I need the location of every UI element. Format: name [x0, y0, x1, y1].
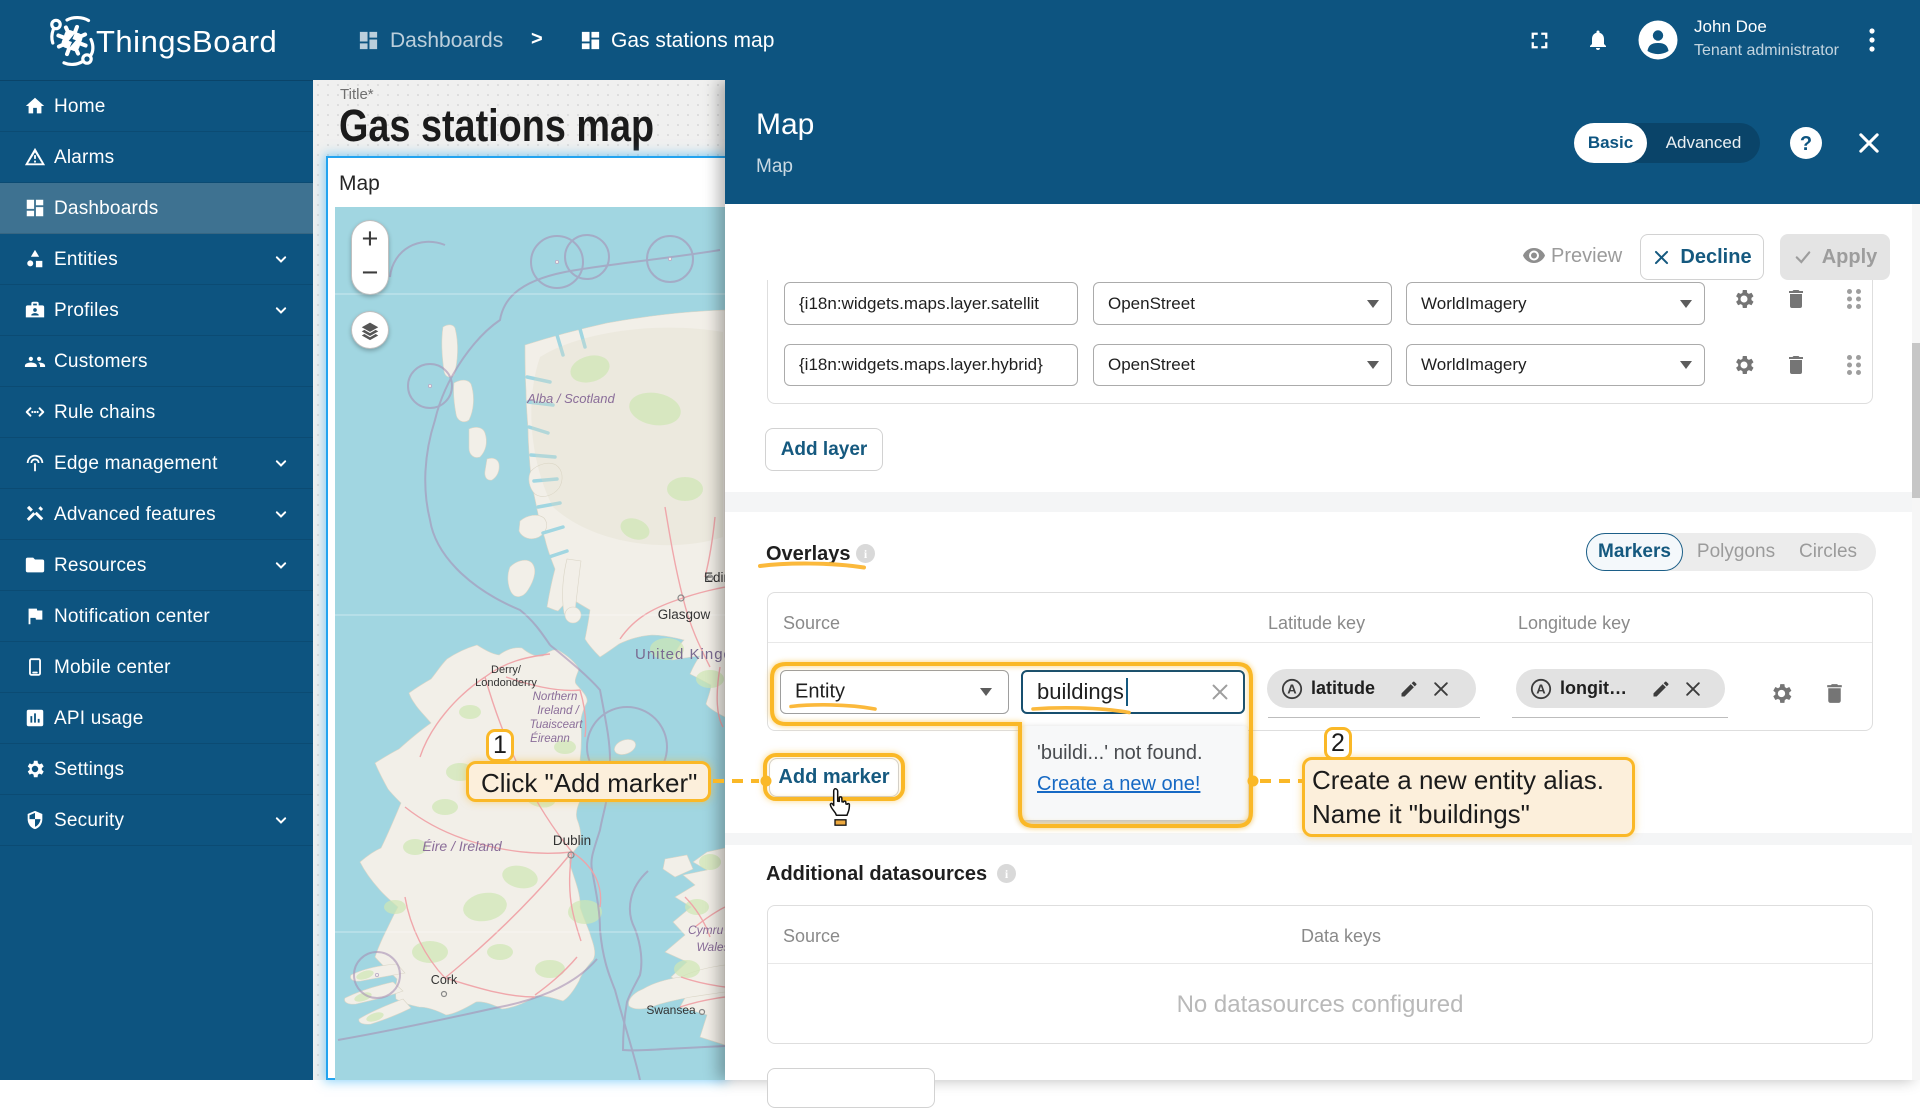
svg-text:Derry/: Derry/ — [491, 664, 522, 676]
svg-text:Cork: Cork — [431, 973, 458, 987]
svg-text:Swansea: Swansea — [646, 1003, 696, 1017]
svg-text:Wales: Wales — [696, 940, 725, 954]
svg-text:Londonderry: Londonderry — [475, 677, 537, 689]
svg-text:Éireann: Éireann — [530, 732, 570, 745]
svg-text:Tuaisceart: Tuaisceart — [530, 719, 584, 731]
svg-text:Dublin: Dublin — [553, 833, 591, 848]
svg-text:United Kingdom: United Kingdom — [635, 646, 725, 663]
svg-text:?: ? — [1800, 133, 1812, 155]
svg-text:Edinburgh: Edinburgh — [704, 570, 725, 585]
svg-text:Northern: Northern — [533, 691, 578, 703]
svg-text:Cymru /: Cymru / — [688, 923, 725, 937]
svg-text:Glasgow: Glasgow — [658, 607, 711, 622]
svg-text:A: A — [1287, 681, 1297, 696]
svg-text:Alba / Scotland: Alba / Scotland — [526, 391, 615, 406]
svg-text:Éire / Ireland: Éire / Ireland — [422, 838, 503, 854]
svg-text:A: A — [1536, 681, 1546, 696]
svg-text:Ireland /: Ireland / — [537, 705, 580, 717]
